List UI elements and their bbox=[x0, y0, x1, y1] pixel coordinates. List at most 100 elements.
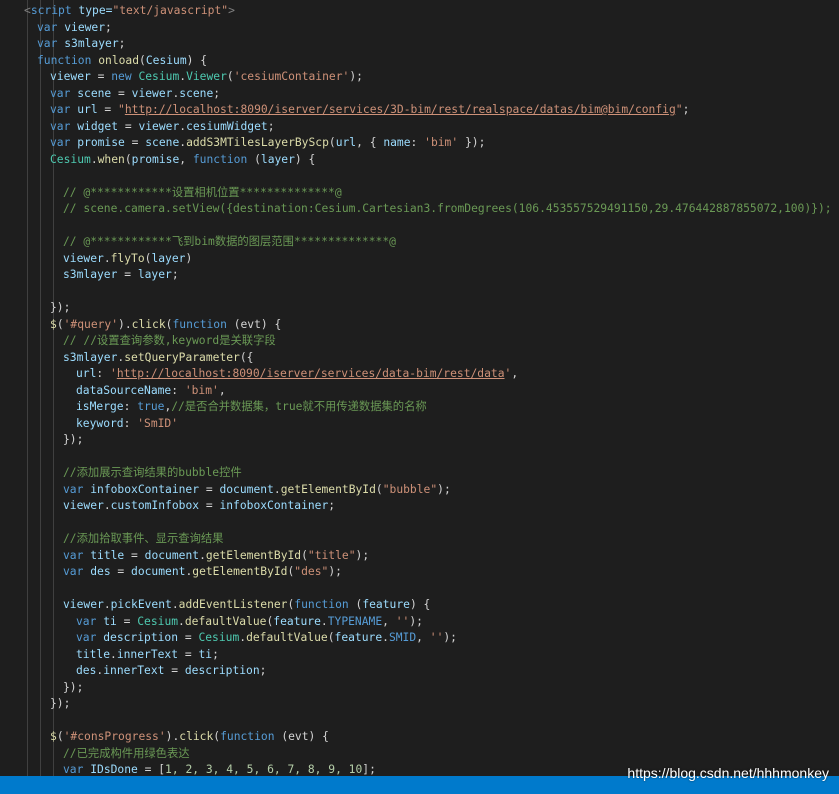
code-line-8[interactable]: var widget = viewer.cesiumWidget; bbox=[50, 119, 275, 136]
punctuation: ]; bbox=[362, 763, 376, 776]
variable: feature bbox=[334, 631, 383, 644]
code-line-38[interactable]: $('#consProgress').click(function (evt) … bbox=[50, 729, 329, 746]
punctuation: , bbox=[416, 631, 430, 644]
method-name: defaultValue bbox=[184, 614, 267, 628]
operator: = bbox=[199, 499, 220, 512]
code-line-33[interactable]: var description = Cesium. defaultValue(fe… bbox=[76, 630, 457, 647]
punctuation: . bbox=[320, 614, 328, 628]
code-line-34[interactable]: title.innerText = ti; bbox=[76, 647, 219, 664]
variable: document bbox=[144, 548, 200, 562]
code-line-15[interactable]: s3mlayer = layer; bbox=[63, 267, 179, 284]
keyword: var bbox=[50, 136, 78, 149]
property: cesiumWidget bbox=[186, 119, 268, 133]
code-line-10[interactable]: Cesium.when(promise, function (layer) { bbox=[50, 152, 315, 169]
code-line-26[interactable]: var infoboxContainer = document.getEleme… bbox=[63, 482, 451, 499]
punctuation: }); bbox=[63, 433, 84, 446]
code-line-7[interactable]: var url = "http://localhost:8090/iserver… bbox=[50, 102, 689, 119]
punctuation: , { bbox=[356, 136, 384, 149]
code-line-27[interactable]: viewer.customInfobox = infoboxContainer; bbox=[63, 498, 335, 515]
punctuation: . bbox=[90, 152, 98, 166]
tag-bracket: < bbox=[24, 4, 31, 17]
code-line-29[interactable]: var title = document.getElementById("tit… bbox=[63, 548, 369, 565]
variable: s3mlayer bbox=[63, 350, 118, 364]
property: url bbox=[76, 367, 97, 380]
method-name: click bbox=[179, 730, 214, 743]
punctuation: , bbox=[179, 152, 193, 166]
code-line-21[interactable]: dataSourceName: 'bim', bbox=[76, 383, 226, 400]
function-name: $ bbox=[50, 730, 57, 743]
punctuation: ( bbox=[56, 730, 64, 743]
punctuation: }); bbox=[458, 136, 486, 149]
class-name: Cesium bbox=[198, 631, 240, 644]
property: keyword bbox=[76, 416, 124, 430]
variable: scene bbox=[77, 86, 112, 100]
code-line-16[interactable]: }); bbox=[50, 300, 70, 317]
code-line-25[interactable]: //添加展示查询结果的bubble控件 bbox=[63, 465, 242, 482]
code-line-30[interactable]: var des = document.getElementById("des")… bbox=[63, 564, 342, 581]
punctuation: : bbox=[123, 416, 138, 430]
method-name: addEventListener bbox=[178, 598, 288, 611]
code-line-40[interactable]: var IDsDone = [1, 2, 3, 4, 5, 6, 7, 8, 9… bbox=[63, 762, 376, 776]
code-line-28[interactable]: //添加拾取事件、显示查询结果 bbox=[63, 531, 223, 548]
keyword: function bbox=[172, 317, 234, 331]
code-line-17[interactable]: $('#query').click(function (evt) { bbox=[50, 317, 281, 334]
variable: scene bbox=[145, 136, 180, 149]
punctuation: . bbox=[382, 631, 389, 644]
comment: //已完成构件用绿色表达 bbox=[63, 746, 190, 760]
property: scene bbox=[179, 86, 214, 100]
code-line-32[interactable]: var ti = Cesium.defaultValue(feature.TYP… bbox=[76, 614, 423, 631]
indent-guide bbox=[40, 0, 41, 776]
punctuation: ; bbox=[213, 86, 221, 100]
code-line-6[interactable]: var scene = viewer.scene; bbox=[50, 86, 220, 103]
keyword: var bbox=[37, 20, 65, 34]
code-line-23[interactable]: keyword: 'SmID' bbox=[76, 416, 178, 433]
variable: des bbox=[76, 664, 97, 677]
punctuation: . bbox=[103, 598, 111, 611]
code-line-35[interactable]: des.innerText = description; bbox=[76, 663, 266, 680]
punctuation: ; bbox=[171, 268, 179, 281]
code-line-4[interactable]: function onload(Cesium) { bbox=[37, 53, 207, 70]
variable: layer bbox=[137, 268, 172, 281]
string: 'bim' bbox=[184, 383, 219, 397]
code-line-5[interactable]: viewer = new Cesium.Viewer('cesiumContai… bbox=[50, 69, 363, 86]
variable: layer bbox=[151, 251, 186, 265]
code-line-3[interactable]: var s3mlayer; bbox=[37, 36, 125, 53]
code-line-31[interactable]: viewer.pickEvent.addEventListener(functi… bbox=[63, 597, 430, 614]
code-line-20[interactable]: url: 'http://localhost:8090/iserver/serv… bbox=[76, 366, 518, 383]
code-line-22[interactable]: isMerge: true,//是否合并数据集，true就不用传递数据集的名称 bbox=[76, 399, 427, 416]
string-quote: " bbox=[675, 103, 683, 116]
punctuation: : bbox=[410, 136, 425, 149]
operator: = bbox=[164, 664, 185, 677]
operator: = bbox=[110, 565, 132, 578]
variable: document bbox=[219, 482, 274, 496]
variable: viewer bbox=[64, 20, 106, 34]
string: "des" bbox=[294, 565, 329, 578]
code-line-24[interactable]: }); bbox=[63, 432, 83, 449]
code-line-11[interactable]: // @************设置相机位置**************@ bbox=[63, 185, 342, 202]
code-line-36[interactable]: }); bbox=[63, 680, 83, 697]
punctuation: ( bbox=[56, 317, 64, 331]
comment: // //设置查询参数,keyword是关联字段 bbox=[63, 334, 276, 347]
url-link[interactable]: http://localhost:8090/iserver/services/3… bbox=[125, 103, 676, 116]
tag-name: script bbox=[30, 4, 72, 17]
punctuation: ; bbox=[212, 647, 219, 661]
code-line-2[interactable]: var viewer; bbox=[37, 20, 112, 37]
punctuation: ); bbox=[437, 482, 451, 496]
code-line-13[interactable]: // @************飞到bim数据的图层范围************… bbox=[63, 234, 396, 251]
variable: promise bbox=[77, 136, 125, 149]
code-line-1[interactable]: <script type="text/javascript"> bbox=[24, 3, 235, 20]
variable: promise bbox=[131, 152, 180, 166]
code-line-14[interactable]: viewer.flyTo(layer) bbox=[63, 251, 192, 268]
punctuation: , bbox=[382, 614, 396, 628]
punctuation: : bbox=[171, 383, 185, 397]
punctuation: ; bbox=[259, 664, 267, 677]
url-link[interactable]: http://localhost:8090/iserver/services/d… bbox=[117, 367, 505, 380]
code-line-37[interactable]: }); bbox=[50, 696, 70, 713]
code-line-12[interactable]: // scene.camera.setView({destination:Ces… bbox=[63, 201, 832, 218]
code-line-39[interactable]: //已完成构件用绿色表达 bbox=[63, 746, 190, 763]
code-line-18[interactable]: // //设置查询参数,keyword是关联字段 bbox=[63, 333, 276, 350]
code-line-9[interactable]: var promise = scene.addS3MTilesLayerBySc… bbox=[50, 135, 485, 152]
code-line-19[interactable]: s3mlayer.setQueryParameter({ bbox=[63, 350, 253, 367]
code-editor[interactable]: <script type="text/javascript"> var view… bbox=[0, 0, 839, 776]
method-name: defaultValue bbox=[246, 631, 328, 644]
